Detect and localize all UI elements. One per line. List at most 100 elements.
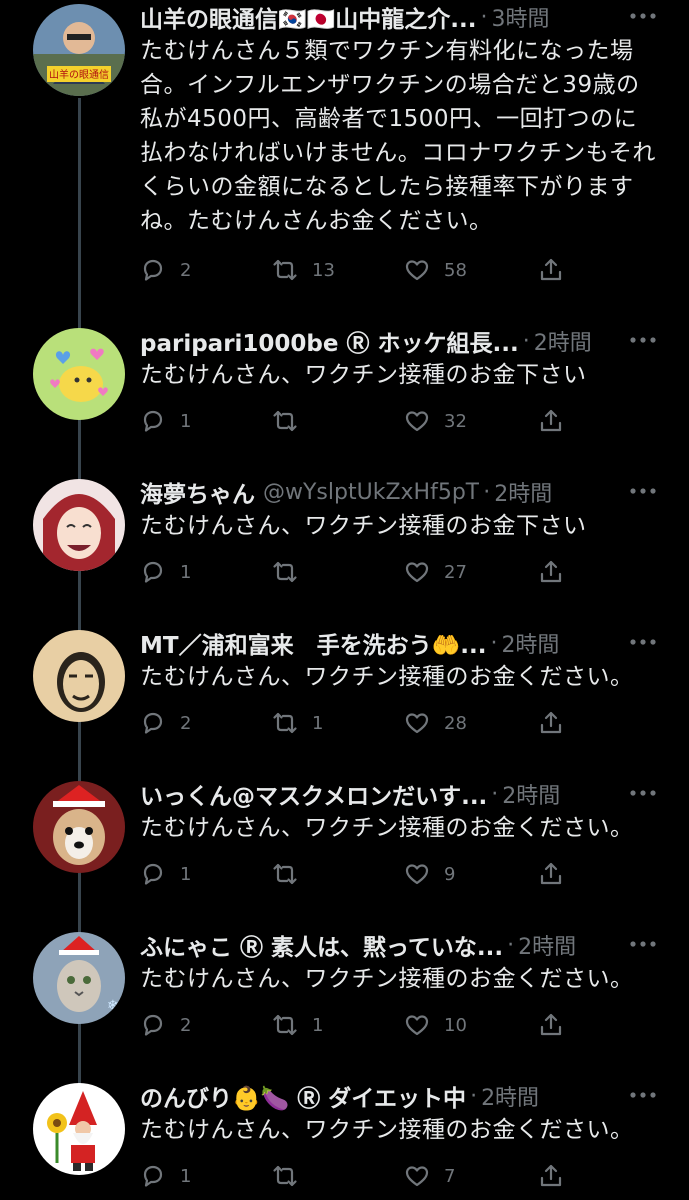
avatar[interactable] (33, 781, 125, 873)
share-icon (540, 1013, 562, 1036)
timestamp[interactable]: 3時間 (492, 1, 550, 33)
retweet-button[interactable] (272, 1161, 312, 1191)
separator-dot: · (491, 781, 499, 807)
avatar[interactable] (33, 1083, 125, 1175)
retweet-icon (273, 712, 297, 734)
retweet-button[interactable] (272, 406, 312, 436)
retweet-button[interactable]: 13 (272, 255, 335, 285)
share-button[interactable] (538, 859, 564, 889)
share-button[interactable] (538, 557, 564, 587)
like-count: 32 (444, 410, 467, 432)
heart-icon (405, 1015, 429, 1036)
display-name[interactable]: 海夢ちゃん (140, 475, 255, 509)
display-name[interactable]: のんびり👶🍆 Ⓡ ダイエット中 (140, 1079, 466, 1113)
avatar-logo-text: 山羊の眼通信 (49, 68, 109, 81)
avatar[interactable] (33, 479, 125, 571)
timestamp[interactable]: 2時間 (534, 325, 592, 357)
reply-button[interactable]: 1 (140, 406, 191, 436)
reply-icon (143, 712, 163, 734)
retweet-button[interactable] (272, 557, 312, 587)
reply-timeline: 山羊の眼通信 山羊の眼通信🇰🇷🇯🇵山中龍之介... · 3時間 たむけんさん５類… (0, 0, 689, 1200)
tweet-actions: 2 1 28 (140, 708, 580, 738)
avatar[interactable] (33, 328, 125, 420)
retweet-button[interactable]: 1 (272, 708, 323, 738)
retweet-count: 13 (312, 259, 335, 281)
more-options-icon[interactable] (627, 1083, 659, 1107)
timestamp[interactable]: 2時間 (494, 476, 552, 508)
like-button[interactable]: 7 (404, 1161, 455, 1191)
more-options-icon[interactable] (627, 328, 659, 352)
display-name[interactable]: paripari1000be Ⓡ ホッケ組長... (140, 324, 519, 358)
timestamp[interactable]: 2時間 (481, 1080, 539, 1112)
more-options-icon[interactable] (627, 630, 659, 654)
retweet-button[interactable] (272, 859, 312, 889)
reply-button[interactable]: 2 (140, 255, 191, 285)
tweet-text: たむけんさん、ワクチン接種のお金下さい (140, 513, 587, 539)
share-button[interactable] (538, 1161, 564, 1191)
tweet-text: たむけんさん５類でワクチン有料化になった場合。インフルエンザワクチンの場合だと3… (140, 38, 656, 234)
avatar[interactable]: 山羊の眼通信 (33, 4, 125, 96)
tweet-text: たむけんさん、ワクチン接種のお金ください。 (140, 664, 634, 690)
share-button[interactable] (538, 708, 564, 738)
like-button[interactable]: 28 (404, 708, 467, 738)
reply-button[interactable]: 2 (140, 1010, 191, 1040)
tweet-header: MT／浦和富来 手を洗おう🤲... · 2時間 (140, 626, 670, 660)
tweet-text: たむけんさん、ワクチン接種のお金ください。 (140, 815, 634, 841)
user-handle[interactable]: @wYslptUkZxHf5pT (263, 480, 479, 505)
heart-icon (405, 713, 429, 734)
like-button[interactable]: 10 (404, 1010, 467, 1040)
like-button[interactable]: 58 (404, 255, 467, 285)
separator-dot: · (490, 630, 498, 656)
retweet-icon (273, 863, 297, 885)
reply-count: 2 (180, 259, 192, 281)
heart-icon (405, 260, 429, 281)
tweet-header: ふにゃこ Ⓡ 素人は、黙っていな... · 2時間 (140, 928, 670, 962)
separator-dot: · (522, 328, 530, 354)
tweet-actions: 1 27 (140, 557, 580, 587)
like-button[interactable]: 9 (404, 859, 455, 889)
reply-button[interactable]: 1 (140, 1161, 191, 1191)
reply-button[interactable]: 1 (140, 557, 191, 587)
display-name[interactable]: 山羊の眼通信🇰🇷🇯🇵山中龍之介... (140, 0, 477, 34)
timestamp[interactable]: 2時間 (502, 778, 560, 810)
share-icon (540, 1164, 562, 1187)
share-button[interactable] (538, 406, 564, 436)
share-icon (540, 560, 562, 583)
tweet-header: いっくん@マスクメロンだいす... · 2時間 (140, 777, 670, 811)
like-button[interactable]: 27 (404, 557, 467, 587)
heart-icon (405, 562, 429, 583)
retweet-icon (273, 410, 297, 432)
like-button[interactable]: 32 (404, 406, 467, 436)
reply-count: 2 (180, 712, 192, 734)
tweet-header: 山羊の眼通信🇰🇷🇯🇵山中龍之介... · 3時間 (140, 0, 670, 34)
reply-button[interactable]: 2 (140, 708, 191, 738)
timestamp[interactable]: 2時間 (518, 929, 576, 961)
share-button[interactable] (538, 255, 564, 285)
retweet-button[interactable]: 1 (272, 1010, 323, 1040)
like-count: 58 (444, 259, 467, 281)
display-name[interactable]: いっくん@マスクメロンだいす... (140, 777, 487, 811)
reply-count: 1 (180, 410, 192, 432)
retweet-icon (273, 259, 297, 281)
more-options-icon[interactable] (627, 479, 659, 503)
heart-icon (405, 864, 429, 885)
reply-button[interactable]: 1 (140, 859, 191, 889)
tweet-text: たむけんさん、ワクチン接種のお金下さい (140, 362, 587, 388)
more-options-icon[interactable] (627, 4, 659, 28)
reply-count: 1 (180, 1165, 192, 1187)
more-options-icon[interactable] (627, 781, 659, 805)
display-name[interactable]: ふにゃこ Ⓡ 素人は、黙っていな... (140, 928, 503, 962)
like-count: 10 (444, 1014, 467, 1036)
heart-icon (405, 411, 429, 432)
display-name[interactable]: MT／浦和富来 手を洗おう🤲... (140, 626, 486, 660)
timestamp[interactable]: 2時間 (501, 627, 559, 659)
avatar[interactable] (33, 630, 125, 722)
tweet-actions: 1 7 (140, 1161, 580, 1191)
like-count: 27 (444, 561, 467, 583)
reply-icon (143, 1165, 163, 1187)
more-options-icon[interactable] (627, 932, 659, 956)
avatar[interactable]: ❄ (33, 932, 125, 1024)
reply-icon (143, 259, 163, 281)
tweet-actions: 2 1 10 (140, 1010, 580, 1040)
share-button[interactable] (538, 1010, 564, 1040)
